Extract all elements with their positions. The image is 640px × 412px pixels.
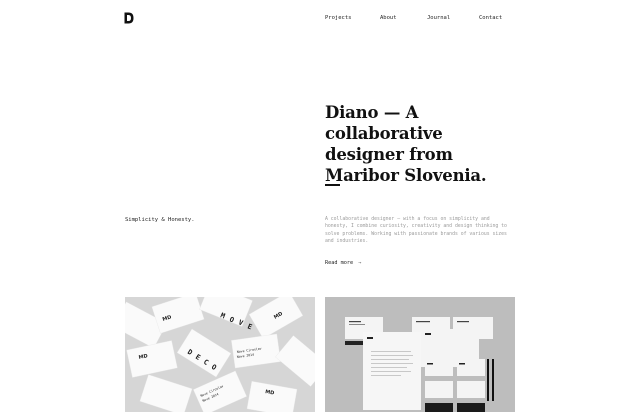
nav-projects[interactable]: Projects <box>325 15 352 21</box>
business-cards-illustration: M O V E D E C O Nove Ciroslav Nove 2014 … <box>125 297 315 412</box>
portfolio-image-business-cards[interactable]: M O V E D E C O Nove Ciroslav Nove 2014 … <box>125 297 315 412</box>
tagline: Simplicity & Honesty. <box>125 217 195 223</box>
arrow-right-icon: → <box>358 260 362 266</box>
read-more-label: Read more <box>325 260 354 266</box>
read-more-link[interactable]: Read more → <box>325 260 361 266</box>
d-monogram-icon[interactable] <box>124 12 134 24</box>
nav-about[interactable]: About <box>380 15 397 21</box>
stationery-illustration <box>325 297 515 412</box>
intro-description: A collaborative designer — with a focus … <box>325 217 507 244</box>
nav-journal[interactable]: Journal <box>427 15 450 21</box>
portfolio-image-stationery[interactable] <box>325 297 515 412</box>
nav-contact[interactable]: Contact <box>479 15 502 21</box>
hero-divider <box>325 184 340 186</box>
hero-title: Diano — A collaborative designer from Ma… <box>325 103 487 185</box>
